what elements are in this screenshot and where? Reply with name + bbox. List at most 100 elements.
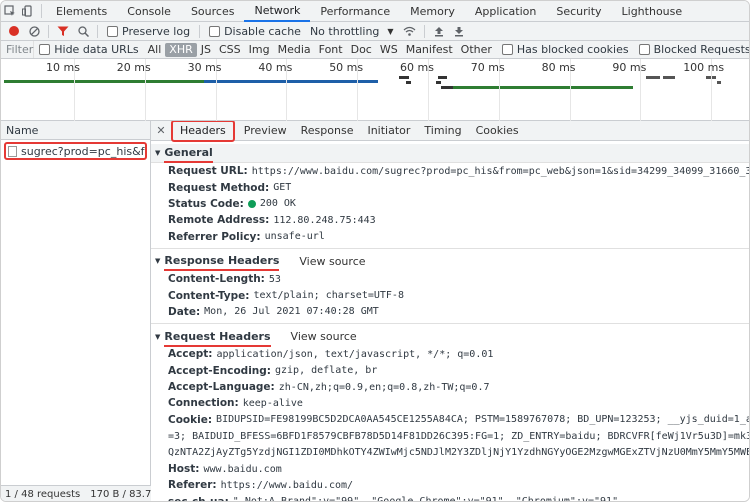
tab-network[interactable]: Network — [244, 1, 311, 22]
hide-data-urls-checkbox[interactable]: Hide data URLs — [39, 43, 139, 56]
record-icon — [9, 26, 19, 36]
tab-sources[interactable]: Sources — [181, 1, 245, 22]
header-value[interactable]: keep-alive — [243, 398, 303, 409]
header-value[interactable]: BIDUPSID=FE98199BC5D2DCA0AA545CE1255A84C… — [216, 414, 749, 425]
overview-bar — [438, 76, 447, 79]
status-ok-icon — [247, 199, 256, 208]
filter-type-font[interactable]: Font — [315, 43, 347, 57]
file-icon — [8, 145, 17, 157]
header-value[interactable]: https://www.baidu.com/ — [221, 480, 353, 491]
download-icon — [454, 26, 463, 36]
preserve-log-label: Preserve log — [122, 24, 191, 38]
has-blocked-cookies-checkbox[interactable]: Has blocked cookies — [501, 43, 629, 56]
filter-toggle-button[interactable] — [53, 22, 73, 41]
inspect-element-icon[interactable] — [1, 1, 19, 22]
general-section-header[interactable]: ▼ General — [151, 144, 749, 163]
checkbox-box[interactable] — [209, 25, 221, 37]
divider — [199, 24, 201, 38]
clear-icon — [28, 25, 40, 37]
close-icon[interactable]: ✕ — [153, 124, 169, 137]
filter-type-doc[interactable]: Doc — [347, 43, 376, 57]
header-value[interactable]: application/json, text/javascript, */*; … — [216, 349, 493, 360]
header-value[interactable]: gzip, deflate, br — [275, 365, 377, 376]
header-value[interactable]: GET — [273, 182, 291, 193]
disable-cache-checkbox[interactable]: Disable cache — [209, 25, 301, 38]
filter-type-js[interactable]: JS — [197, 43, 215, 57]
header-value[interactable]: " Not;A Brand";v="99", "Google Chrome";v… — [233, 496, 618, 501]
tab-lighthouse[interactable]: Lighthouse — [612, 1, 693, 22]
header-key: Cookie: — [168, 413, 213, 426]
import-har-button[interactable] — [429, 22, 449, 41]
filter-input[interactable]: Filter — [1, 41, 35, 58]
header-row: Accept-Language: zh-CN,zh;q=0.9,en;q=0.8,… — [151, 379, 749, 395]
request-headers-section-header[interactable]: ▼ Request Headers View source — [151, 327, 749, 347]
device-toolbar-icon[interactable] — [19, 1, 37, 22]
clear-button[interactable] — [24, 22, 44, 41]
header-key: Content-Type: — [168, 289, 250, 302]
divider — [97, 24, 98, 38]
response-headers-section-header[interactable]: ▼ Response Headers View source — [151, 252, 749, 272]
header-value[interactable]: zh-CN,zh;q=0.9,en;q=0.8,zh-TW;q=0.7 — [279, 382, 490, 393]
filter-type-css[interactable]: CSS — [215, 43, 245, 57]
filter-type-media[interactable]: Media — [274, 43, 315, 57]
detail-tab-cookies[interactable]: Cookies — [469, 121, 526, 141]
filter-type-xhr[interactable]: XHR — [165, 42, 197, 57]
throttling-value: No throttling — [309, 24, 380, 38]
header-value[interactable]: 112.80.248.75:443 — [273, 215, 375, 226]
header-value[interactable]: www.baidu.com — [203, 464, 281, 475]
header-value[interactable]: 53 — [269, 274, 281, 285]
overview-bar — [441, 86, 453, 89]
divider — [423, 24, 425, 38]
filter-type-img[interactable]: Img — [245, 43, 274, 57]
divider — [48, 24, 49, 38]
header-value[interactable]: unsafe-url — [265, 231, 325, 242]
header-value[interactable]: =3; BAIDUID_BFESS=6BFD1F8579CBFB78D5D14F… — [168, 431, 749, 442]
name-column-header[interactable]: Name — [1, 121, 150, 140]
header-row: Cookie: BIDUPSID=FE98199BC5D2DCA0AA545CE1… — [151, 412, 749, 428]
timeline-tick-label: 100 ms — [683, 61, 725, 74]
checkbox-box[interactable] — [501, 44, 513, 55]
header-value[interactable]: text/plain; charset=UTF-8 — [253, 290, 404, 301]
checkbox-box[interactable] — [638, 44, 650, 55]
header-value[interactable]: Mon, 26 Jul 2021 07:40:28 GMT — [204, 306, 379, 317]
blocked-requests-checkbox[interactable]: Blocked Requests — [638, 43, 749, 56]
detail-tabs: Headers Preview Response Initiator Timing Coo… — [169, 121, 526, 142]
request-row[interactable]: sugrec?prod=pc_his&from=p... — [4, 142, 147, 160]
header-value[interactable]: 200 OK — [260, 198, 296, 209]
header-row: Status Code: 200 OK — [151, 196, 749, 212]
header-row: Accept: application/json, text/javascript… — [151, 346, 749, 362]
tab-console[interactable]: Console — [117, 1, 181, 22]
view-source-link[interactable]: View source — [291, 330, 357, 343]
export-har-button[interactable] — [449, 22, 469, 41]
tab-application[interactable]: Application — [465, 1, 546, 22]
detail-tab-preview[interactable]: Preview — [237, 121, 294, 141]
detail-tab-initiator[interactable]: Initiator — [360, 121, 417, 141]
header-value[interactable]: https://www.baidu.com/sugrec?prod=pc_his… — [252, 166, 749, 177]
tab-security[interactable]: Security — [546, 1, 611, 22]
throttling-select[interactable]: No throttling ▼ — [310, 25, 394, 38]
checkbox-box[interactable] — [107, 25, 118, 37]
filter-type-ws[interactable]: WS — [376, 43, 402, 57]
search-button[interactable] — [73, 22, 93, 41]
triangle-down-icon: ▼ — [155, 149, 161, 157]
tab-elements[interactable]: Elements — [46, 1, 117, 22]
header-value[interactable]: QzNTA2ZjAyZTg5YzdjNGI1ZDI0MDhkOTY4ZWIwMj… — [168, 447, 749, 458]
tab-performance[interactable]: Performance — [310, 1, 400, 22]
network-conditions-button[interactable] — [400, 22, 420, 41]
filter-type-all[interactable]: All — [144, 43, 166, 57]
header-key: Status Code: — [168, 197, 244, 210]
filter-type-manifest[interactable]: Manifest — [402, 43, 457, 57]
divider — [151, 247, 749, 249]
detail-tab-headers[interactable]: Headers — [171, 121, 235, 142]
timeline-tick-label: 60 ms — [400, 61, 434, 74]
checkbox-box[interactable] — [39, 44, 51, 55]
record-button[interactable] — [4, 22, 24, 41]
view-source-link[interactable]: View source — [299, 255, 365, 268]
timeline-overview[interactable]: 10 ms 20 ms 30 ms 40 ms 50 ms 60 ms 70 ms 80 ms… — [1, 59, 749, 121]
preserve-log-checkbox[interactable]: Preserve log — [107, 25, 190, 38]
header-key: Request URL: — [168, 165, 248, 178]
tab-memory[interactable]: Memory — [400, 1, 465, 22]
detail-tab-timing[interactable]: Timing — [417, 121, 468, 141]
filter-type-other[interactable]: Other — [457, 43, 496, 57]
detail-tab-response[interactable]: Response — [294, 121, 361, 141]
